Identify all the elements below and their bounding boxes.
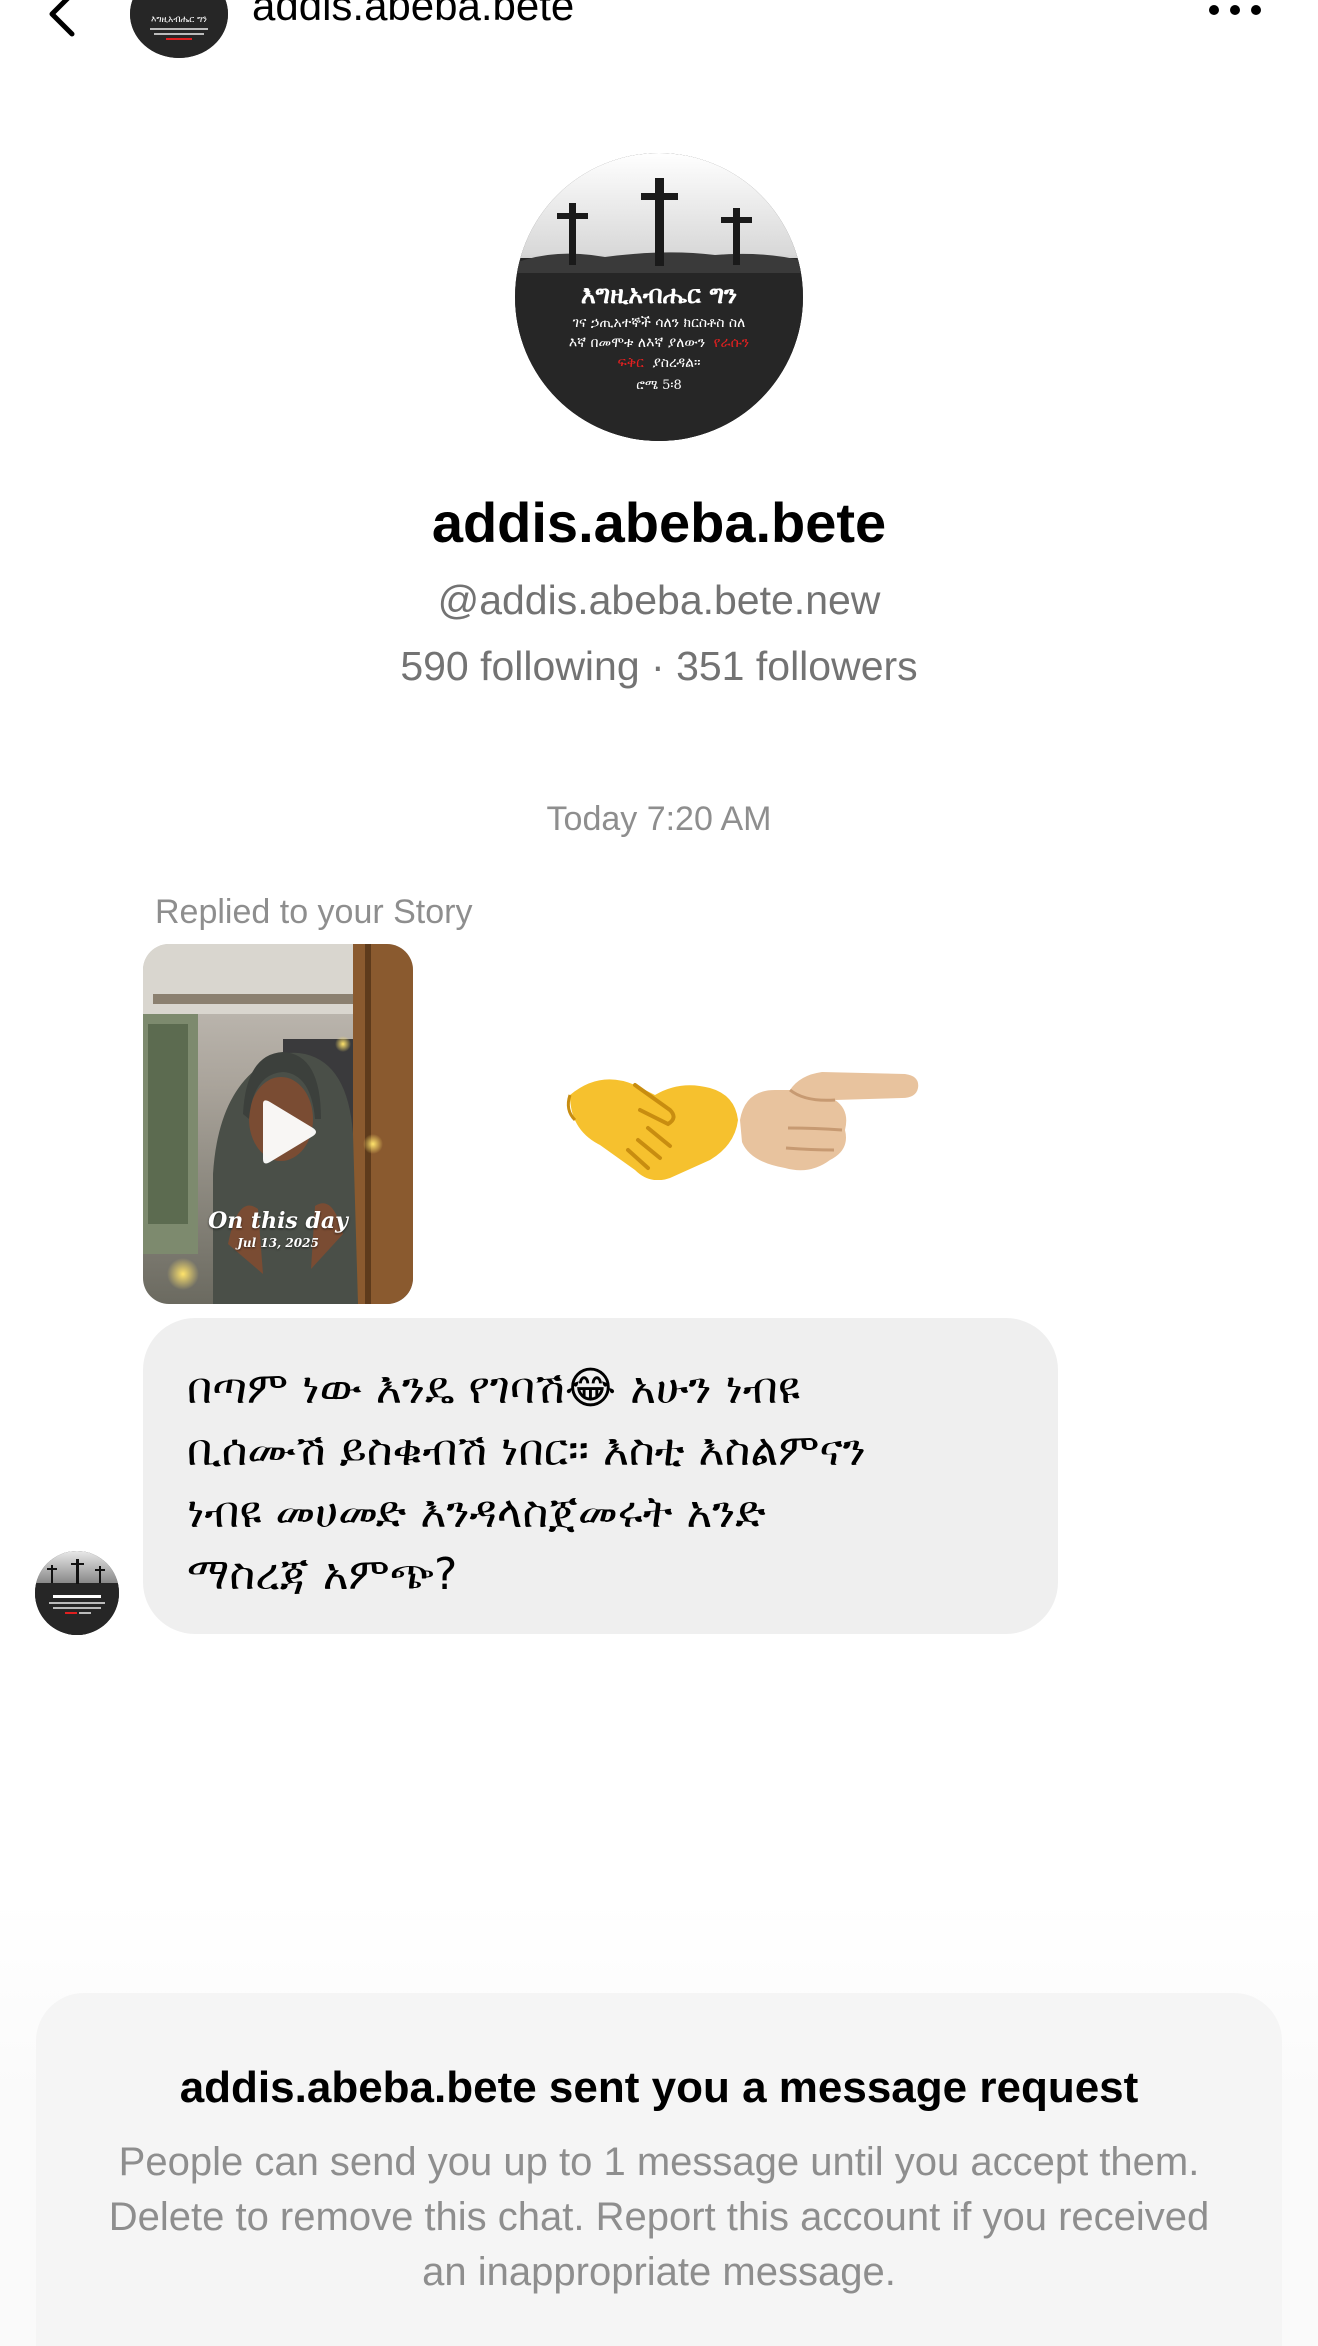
header-bar: እግዚአብሔር ግን addis.abeba.bete xyxy=(0,0,1318,66)
svg-text:ሮሜ 5፡8: ሮሜ 5፡8 xyxy=(636,378,682,393)
reaction-emojis xyxy=(560,1050,920,1181)
story-caption: On this day xyxy=(208,1208,348,1234)
message-request-card: addis.abeba.bete sent you a message requ… xyxy=(36,1993,1282,2346)
more-horizontal-icon[interactable] xyxy=(1200,0,1270,30)
chevron-left-icon[interactable] xyxy=(40,0,90,40)
story-date: Jul 13, 2025 xyxy=(237,1236,319,1250)
profile-handle: @addis.abeba.bete.new xyxy=(437,577,881,623)
profile-name: addis.abeba.bete xyxy=(431,491,887,554)
svg-text:እግዚአብሔር ግን: እግዚአብሔር ግን xyxy=(151,15,207,25)
svg-text:እግዚአብሔር ግን: እግዚአብሔር ግን xyxy=(581,280,737,309)
svg-text:ፍቅር ያስረዳል።: ፍቅር ያስረዳል። xyxy=(617,355,700,371)
pointing-right-icon xyxy=(740,1072,919,1171)
replied-to-story-label: Replied to your Story xyxy=(155,893,473,931)
dm-thread-screen: እግዚአብሔር ግን addis.abeba.bete እግዚአብሔር ግን ገ… xyxy=(0,0,1318,2346)
profile-stats: 590 following · 351 followers xyxy=(400,643,918,689)
message-bubble[interactable]: በጣም ነው እንዴ የገባሽ😂 አሁን ነብዩ ቢሰሙሽ ይስቁብሽ ነበር፡… xyxy=(143,1318,1058,1634)
request-body: People can send you up to 1 message unti… xyxy=(108,2140,1210,2294)
header-avatar[interactable]: እግዚአብሔር ግን xyxy=(130,0,228,58)
sender-avatar[interactable] xyxy=(35,1551,119,1635)
svg-text:ገና ኃጢአተኞች ሳለን ክርስቶስ ስለ: ገና ኃጢአተኞች ሳለን ክርስቶስ ስለ xyxy=(573,315,746,331)
svg-text:እኛ በመሞቱ ለእኛ ያለውን የራሱን: እኛ በመሞቱ ለእኛ ያለውን የራሱን xyxy=(569,335,749,351)
story-thumbnail[interactable]: On this day Jul 13, 2025 xyxy=(143,944,413,1304)
message-text: በጣም ነው እንዴ የገባሽ😂 አሁን ነብዩ ቢሰሙሽ ይስቁብሽ ነበር፡… xyxy=(187,1363,866,1600)
handshake-icon xyxy=(566,1079,738,1181)
header-title[interactable]: addis.abeba.bete xyxy=(252,0,574,30)
message-timestamp: Today 7:20 AM xyxy=(546,800,772,838)
request-title: addis.abeba.bete sent you a message requ… xyxy=(179,2063,1139,2112)
profile-avatar[interactable]: እግዚአብሔር ግን ገና ኃጢአተኞች ሳለን ክርስቶስ ስለ እኛ በመሞ… xyxy=(515,153,803,441)
